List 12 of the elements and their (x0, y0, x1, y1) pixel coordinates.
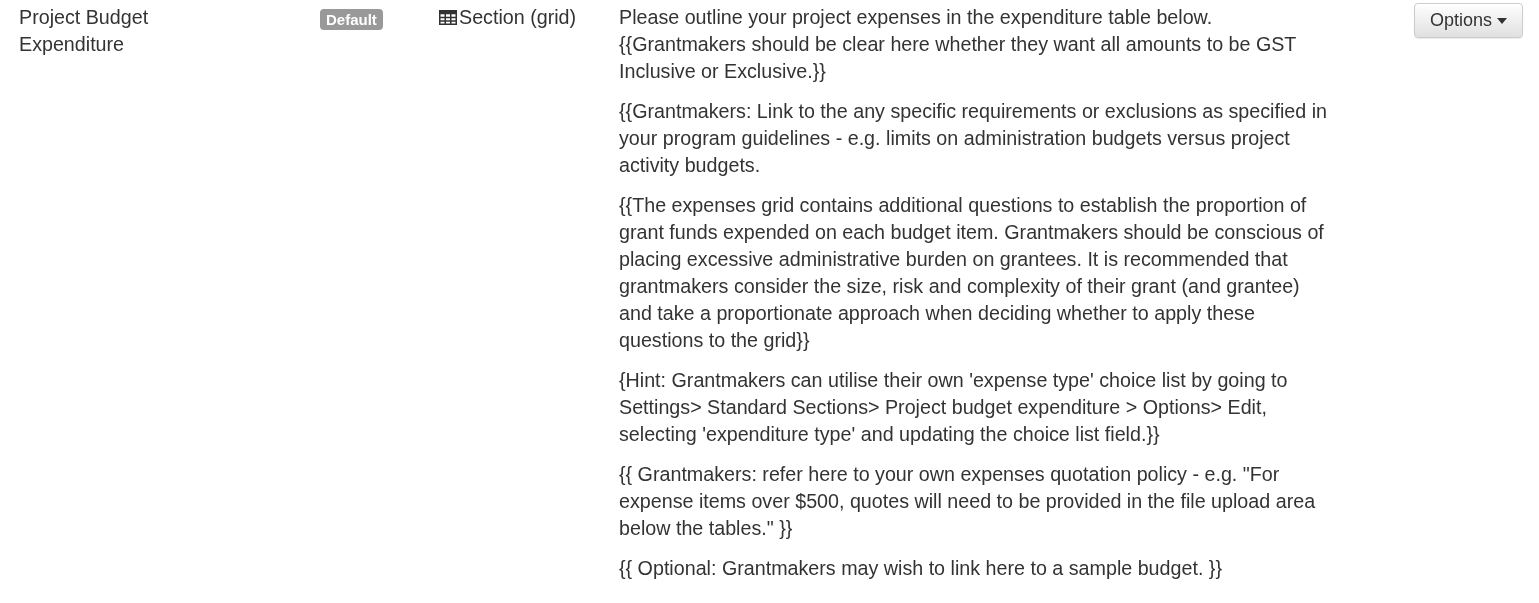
section-type-label: Section (grid) (459, 5, 577, 30)
description-paragraph: Please outline your project expenses in the expenditure table below. {{Grantmakers should be clear here whether they want all amounts to be GST Inclusive or Exclusive.}} (619, 5, 1298, 84)
description-paragraph: {{The expenses grid contains additional questions to establish the proportion of grant funds expended on each budget item. Grantmakers should be conscious of placing excessive administrative burden on grantees. It is recommended that grantmakers consider the size, risk and complexity of their grant (and grantee) and take a proportionate approach when deciding whether to apply these questions to the grid}} (619, 193, 1325, 353)
default-badge: Default (320, 9, 383, 30)
description-paragraph: {{ Grantmakers: refer here to your own expenses quotation policy - e.g. "For expense items over $500, quotes will need to be provided in the file upload area below the tables." }} (619, 462, 1317, 541)
description-paragraph: {{Grantmakers: Link to the any specific requirements or exclusions as specified in your program guidelines - e.g. limits on administration budgets versus project activity budgets. (619, 99, 1327, 178)
description-paragraph: {Hint: Grantmakers can utilise their own 'expense type' choice list by going to Settings> Standard Sections> Project budget expenditure > Options> Edit, selecting 'expenditure type' and updating the choice list field.}} (619, 368, 1289, 447)
options-button[interactable]: Options (1413, 3, 1523, 38)
caret-icon (1497, 17, 1507, 24)
section-name: Project Budget Expenditure (19, 5, 150, 57)
table-icon (439, 10, 457, 25)
description-paragraph: {{ Optional: Grantmakers may wish to link here to a sample budget. }} (619, 556, 1223, 581)
